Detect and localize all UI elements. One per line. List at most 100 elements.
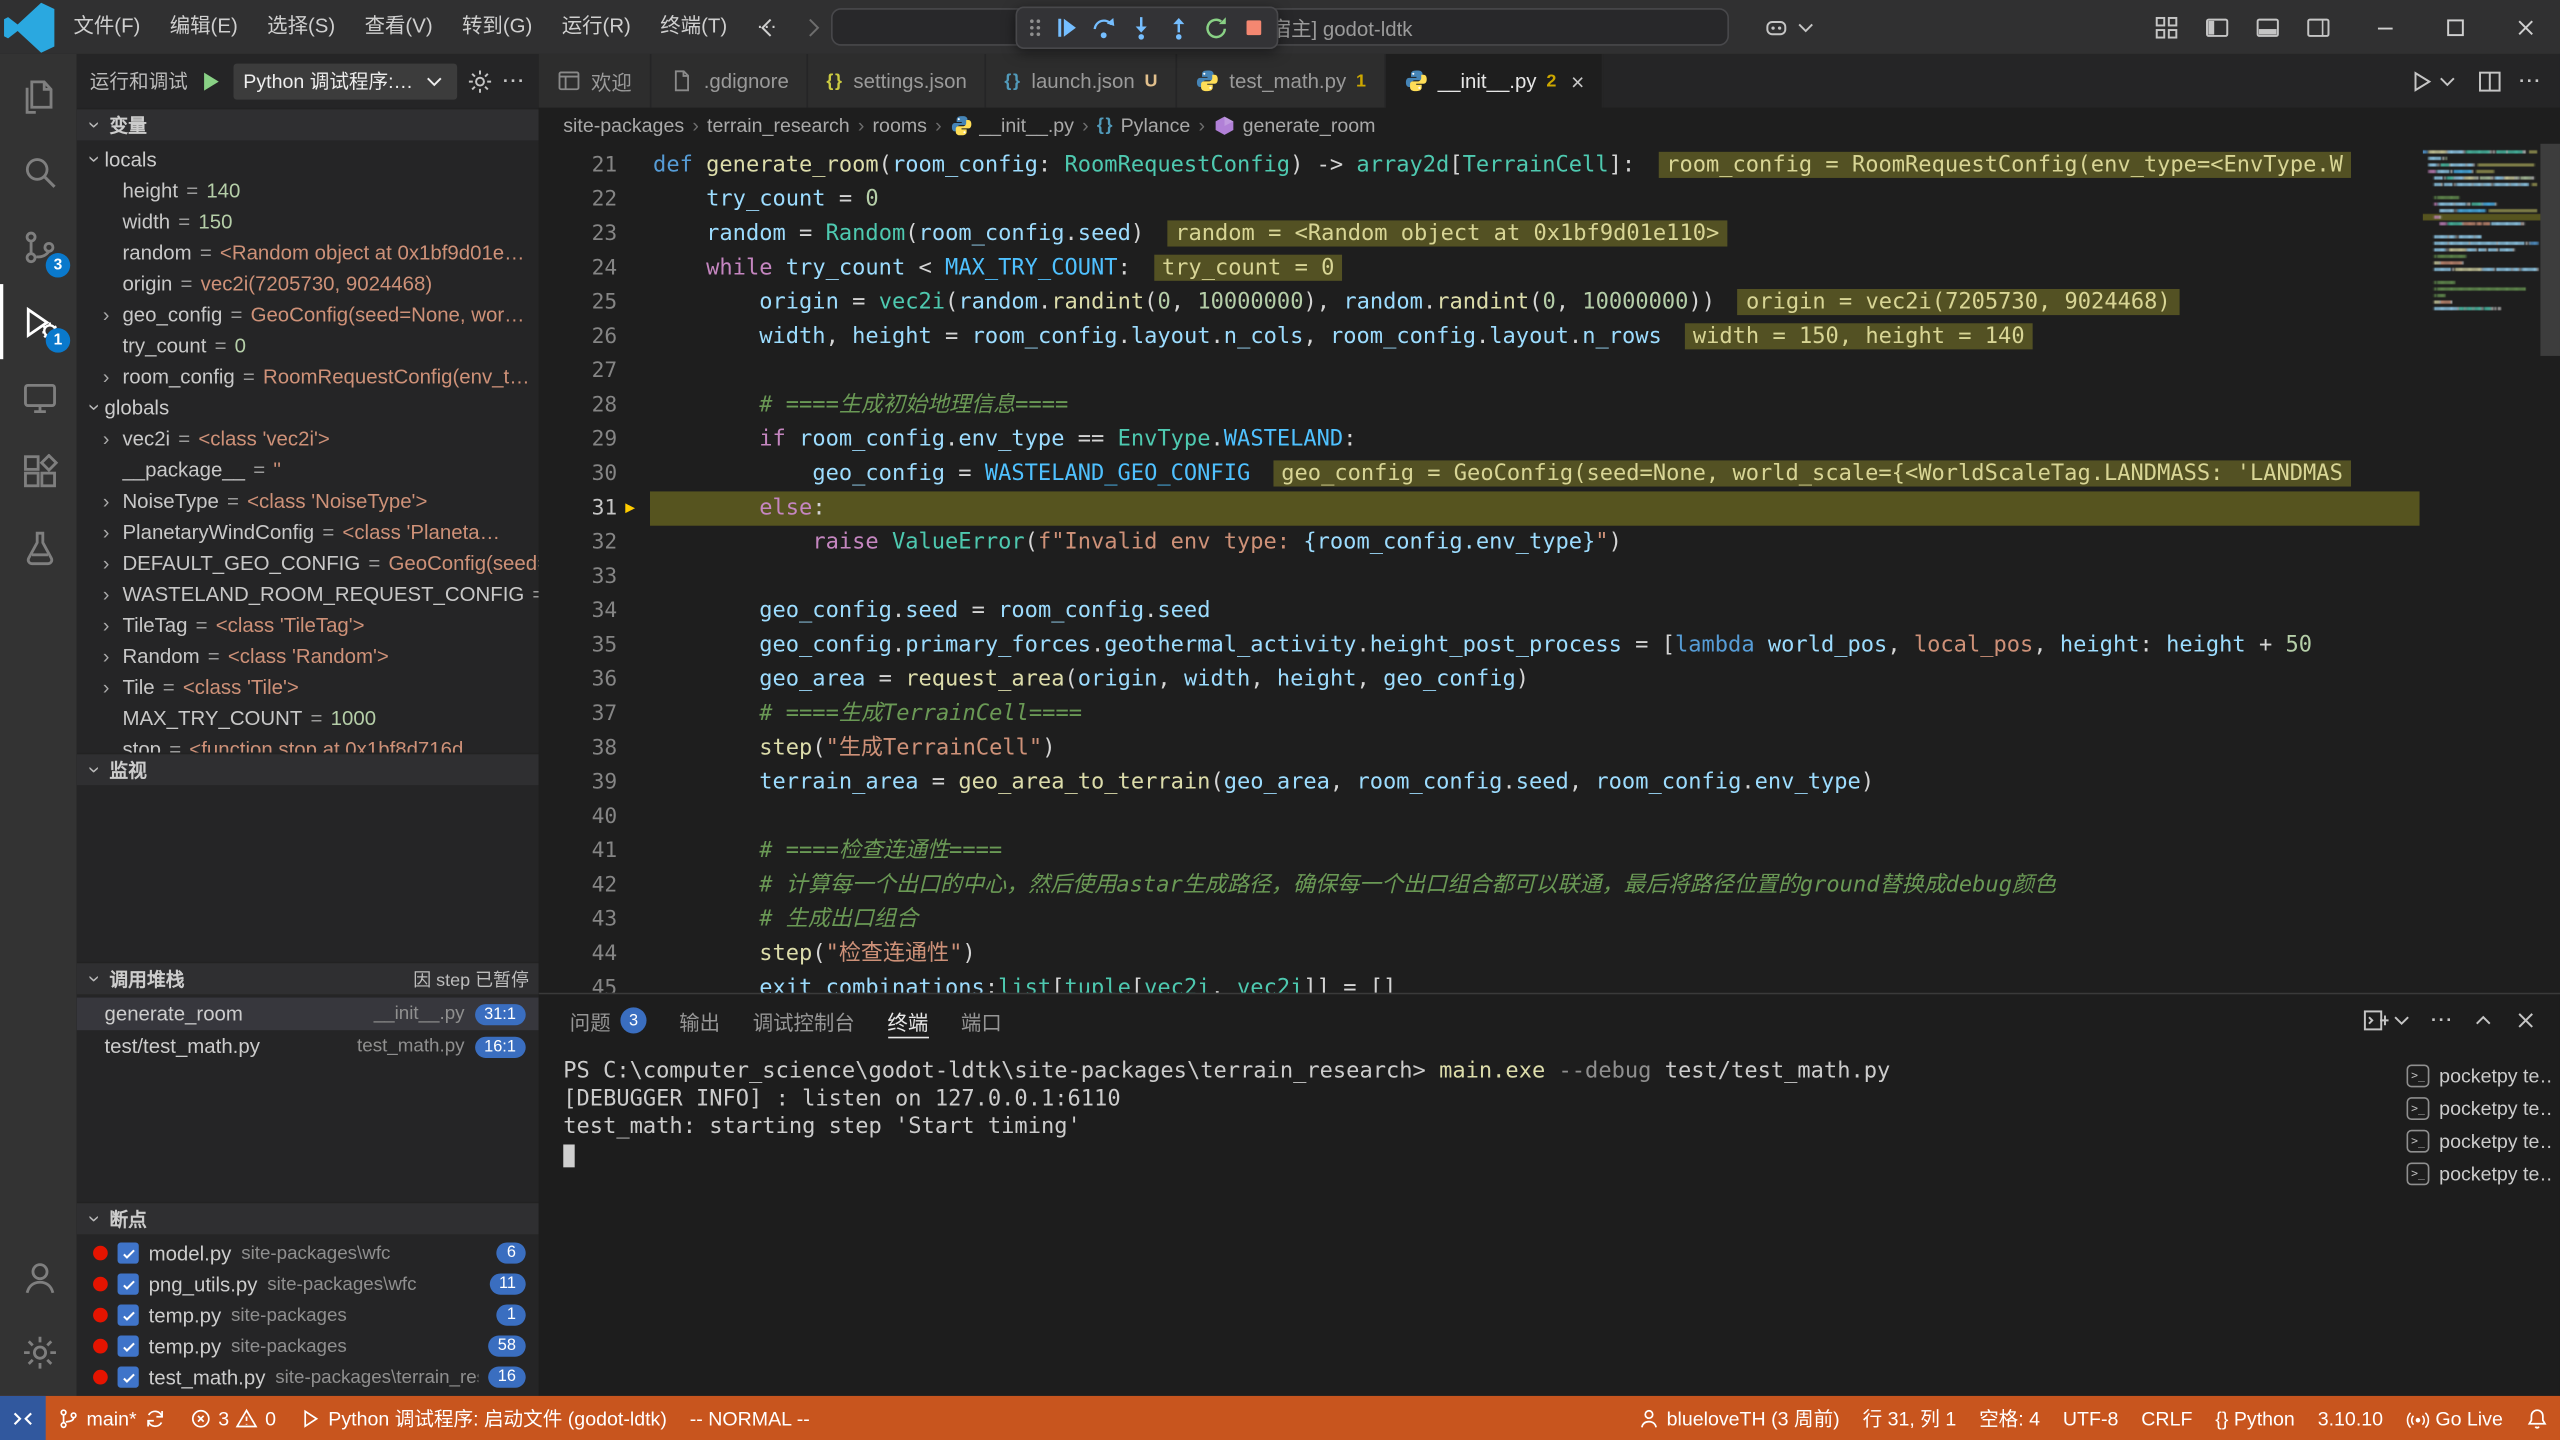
terminal-list-item[interactable]: >_pocketpy te…	[2407, 1158, 2554, 1191]
code-line[interactable]: 28 # ====生成初始地理信息====	[539, 389, 2420, 423]
activity-remote-explorer[interactable]	[0, 359, 77, 434]
breakpoint-checkbox[interactable]	[118, 1273, 139, 1294]
status-debug-status[interactable]: Python 调试程序: 启动文件 (godot-ldtk)	[287, 1396, 678, 1440]
close-icon[interactable]: ×	[1571, 68, 1584, 94]
variable-row[interactable]: ›WASTELAND_ROOM_REQUEST_CONFIG=RoomR…	[77, 578, 539, 609]
step-into-button[interactable]	[1122, 10, 1160, 46]
panel-tab-问题[interactable]: 问题3	[555, 994, 661, 1046]
close-panel-button[interactable]	[2508, 1002, 2544, 1038]
menu-item[interactable]: 终端(T)	[646, 0, 742, 54]
terminal-list-item[interactable]: >_pocketpy te…	[2407, 1092, 2554, 1125]
code-line[interactable]: 29 if room_config.env_type == EnvType.WA…	[539, 423, 2420, 457]
variable-row[interactable]: ›geo_config=GeoConfig(seed=None, wor…	[77, 299, 539, 330]
status-vim-mode[interactable]: -- NORMAL --	[678, 1396, 821, 1440]
breakpoint-checkbox[interactable]	[118, 1336, 139, 1357]
menu-item[interactable]: 选择(S)	[252, 0, 349, 54]
code-line[interactable]: 30 geo_config = WASTELAND_GEO_CONFIGgeo_…	[539, 457, 2420, 491]
status-indentation[interactable]: 空格: 4	[1968, 1396, 2052, 1440]
split-button[interactable]	[2472, 63, 2508, 99]
restart-button[interactable]	[1197, 10, 1235, 46]
scope-globals[interactable]: ›globals	[77, 392, 539, 423]
code-line[interactable]: 39 terrain_area = geo_area_to_terrain(ge…	[539, 766, 2420, 800]
terminal-list-item[interactable]: >_pocketpy te…	[2407, 1060, 2554, 1093]
breakpoint-checkbox[interactable]	[118, 1304, 139, 1325]
command-center[interactable]: [扩展开发宿主] godot-ldtk	[831, 8, 1729, 46]
variables-section-header[interactable]: › 变量	[77, 108, 539, 141]
editor-scrollbar[interactable]	[2540, 144, 2560, 356]
variable-row[interactable]: ›PlanetaryWindConfig=<class 'Planeta…	[77, 516, 539, 547]
variable-row[interactable]: height=140	[77, 175, 539, 206]
breadcrumb-item[interactable]: __init__.py	[950, 114, 1074, 137]
status-notifications[interactable]	[2514, 1396, 2560, 1440]
breakpoint-row[interactable]: png_utils.pysite-packages\wfc11	[77, 1269, 539, 1300]
variable-row[interactable]: stop=<function stop at 0x1bf8d716d…	[77, 733, 539, 753]
code-line[interactable]: 41 # ====检查连通性====	[539, 834, 2420, 868]
code-line[interactable]: 44 step("检查连通性")	[539, 937, 2420, 971]
tab-launch.json[interactable]: {}launch.jsonU	[986, 54, 1177, 108]
panel-tab-终端[interactable]: 终端	[873, 994, 943, 1046]
breadcrumb-item[interactable]: {}Pylance	[1097, 114, 1190, 137]
code-line[interactable]: 27	[539, 354, 2420, 388]
status-language-mode[interactable]: {} Python	[2204, 1396, 2306, 1440]
menu-item[interactable]: 编辑(E)	[155, 0, 252, 54]
maximize-button[interactable]	[2420, 0, 2490, 54]
activity-accounts[interactable]	[0, 1239, 77, 1314]
minimize-button[interactable]	[2349, 0, 2419, 54]
forward-icon[interactable]	[800, 14, 826, 40]
variable-row[interactable]: width=150	[77, 206, 539, 237]
code-line[interactable]: 36 geo_area = request_area(origin, width…	[539, 663, 2420, 697]
variable-row[interactable]: ›DEFAULT_GEO_CONFIG=GeoConfig(seed=1…	[77, 547, 539, 578]
breakpoint-checkbox[interactable]	[118, 1367, 139, 1388]
step-out-button[interactable]	[1159, 10, 1197, 46]
code-line[interactable]: 24 while try_count < MAX_TRY_COUNT:try_c…	[539, 251, 2420, 285]
watch-section-header[interactable]: › 监视	[77, 753, 539, 786]
code-line[interactable]: 42 # 计算每一个出口的中心，然后使用astar生成路径，确保每一个出口组合都…	[539, 869, 2420, 903]
menu-item[interactable]: 运行(R)	[547, 0, 646, 54]
code-line[interactable]: 23 random = Random(room_config.seed)rand…	[539, 217, 2420, 251]
breadcrumb-item[interactable]: generate_room	[1213, 114, 1375, 137]
tab-test_math.py[interactable]: test_math.py1	[1177, 54, 1385, 108]
status-remote-indicator[interactable]	[0, 1396, 46, 1440]
terminal-list-item[interactable]: >_pocketpy te…	[2407, 1125, 2554, 1158]
variable-row[interactable]: try_count=0	[77, 330, 539, 361]
code-area[interactable]: 21def generate_room(room_config: RoomReq…	[539, 144, 2420, 993]
tab-欢迎[interactable]: 欢迎	[539, 54, 652, 108]
close-win-button[interactable]	[2490, 0, 2560, 54]
breakpoint-row[interactable]: test_math.pysite-packages\terrain_res…16	[77, 1362, 539, 1393]
breakpoint-row[interactable]: temp.pysite-packages1	[77, 1300, 539, 1331]
menu-item[interactable]: 文件(F)	[59, 0, 155, 54]
variable-row[interactable]: MAX_TRY_COUNT=1000	[77, 702, 539, 733]
code-line[interactable]: 37 # ====生成TerrainCell====	[539, 697, 2420, 731]
sidebar-more-icon[interactable]: ···	[503, 71, 526, 91]
call-stack-section-header[interactable]: › 调用堆栈 因 step 已暂停	[77, 962, 539, 995]
status-encoding[interactable]: UTF-8	[2051, 1396, 2129, 1440]
activity-explorer[interactable]	[0, 59, 77, 134]
menu-item[interactable]: 查看(V)	[350, 0, 447, 54]
activity-testing[interactable]	[0, 509, 77, 584]
code-line[interactable]: 32 raise ValueError(f"Invalid env type: …	[539, 526, 2420, 560]
tab-.gdignore[interactable]: .gdignore	[651, 54, 808, 108]
scope-locals[interactable]: ›locals	[77, 144, 539, 175]
terminal-output[interactable]: PS C:\computer_science\godot-ldtk\site-p…	[539, 1047, 2394, 1396]
more-button[interactable]: ···	[2514, 66, 2547, 95]
code-line[interactable]: 25 origin = vec2i(random.randint(0, 1000…	[539, 286, 2420, 320]
panel-tab-端口[interactable]: 端口	[946, 994, 1016, 1046]
breakpoint-row[interactable]: temp.pysite-packages58	[77, 1331, 539, 1362]
status-git-branch[interactable]: main*	[46, 1396, 178, 1440]
variable-row[interactable]: ›Tile=<class 'Tile'>	[77, 671, 539, 702]
status-git-blame[interactable]: blueloveTH (3 周前)	[1626, 1396, 1851, 1440]
variable-row[interactable]: origin=vec2i(7205730, 9024468)	[77, 268, 539, 299]
stack-frame[interactable]: generate_room__init__.py31:1	[77, 998, 539, 1031]
code-line[interactable]: 40	[539, 800, 2420, 834]
variable-row[interactable]: random=<Random object at 0x1bf9d01e…	[77, 237, 539, 268]
code-line[interactable]: 34 geo_config.seed = room_config.seed	[539, 594, 2420, 628]
breakpoint-checkbox[interactable]	[118, 1242, 139, 1263]
activity-search[interactable]	[0, 134, 77, 209]
breadcrumb-item[interactable]: terrain_research	[707, 114, 850, 137]
layout-sidebar-left-button[interactable]	[2193, 6, 2240, 48]
code-line[interactable]: 31▶ else:	[539, 491, 2420, 525]
more-button[interactable]: ···	[2426, 1006, 2459, 1035]
start-debug-icon[interactable]	[198, 68, 224, 94]
breakpoints-section-header[interactable]: › 断点	[77, 1202, 539, 1235]
code-line[interactable]: 35 geo_config.primary_forces.geothermal_…	[539, 629, 2420, 663]
